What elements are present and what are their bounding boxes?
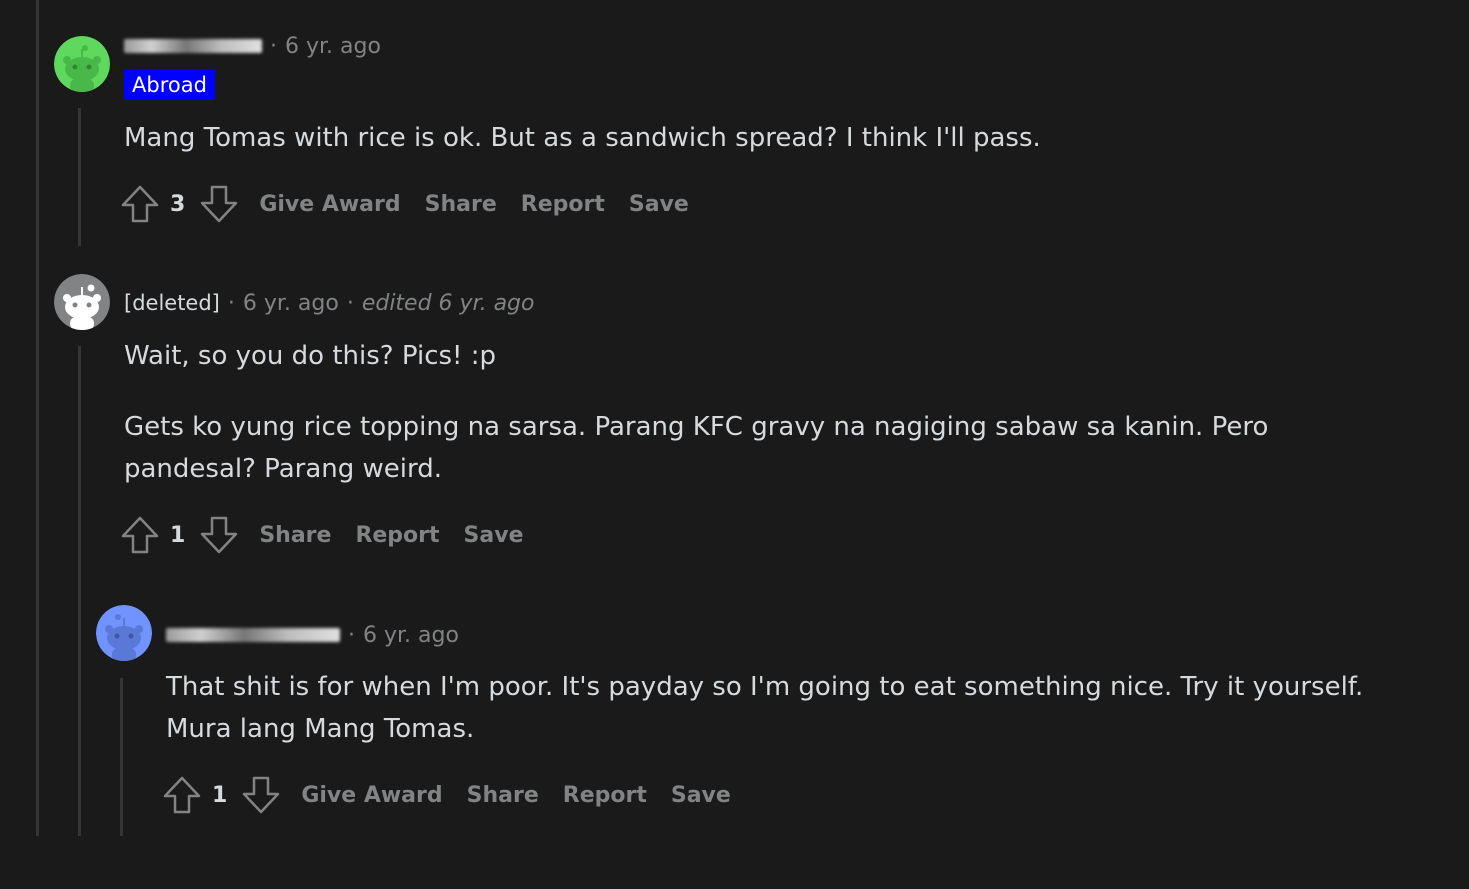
separator-dot: · <box>227 290 235 316</box>
share-button[interactable]: Share <box>467 783 539 808</box>
edited-timestamp: edited 6 yr. ago <box>361 290 535 316</box>
arrow-up-icon[interactable] <box>120 184 160 224</box>
comment-actions: 1 Share Report Save <box>120 513 523 557</box>
arrow-up-icon[interactable] <box>120 515 160 555</box>
author-username-redacted[interactable] <box>124 39 262 53</box>
report-button[interactable]: Report <box>355 523 439 548</box>
thread-line-comment-1[interactable] <box>78 108 81 246</box>
separator-dot: · <box>346 290 354 316</box>
author-username-redacted[interactable] <box>166 628 340 642</box>
avatar[interactable] <box>96 605 152 661</box>
arrow-down-icon[interactable] <box>199 515 239 555</box>
comment-meta: · 6 yr. ago <box>166 619 459 651</box>
separator-dot: · <box>270 33 277 59</box>
snoo-avatar-icon <box>54 36 110 92</box>
give-award-button[interactable]: Give Award <box>259 192 400 217</box>
comment-body-paragraph: Gets ko yung rice topping na sarsa. Para… <box>124 412 1269 484</box>
give-award-button[interactable]: Give Award <box>301 783 442 808</box>
report-button[interactable]: Report <box>563 783 647 808</box>
thread-line-comment-3[interactable] <box>120 678 123 836</box>
report-button[interactable]: Report <box>521 192 605 217</box>
arrow-down-icon[interactable] <box>241 775 281 815</box>
vote-count: 3 <box>170 191 186 217</box>
comment-actions: 1 Give Award Share Report Save <box>162 773 731 817</box>
share-button[interactable]: Share <box>425 192 497 217</box>
snoo-avatar-icon <box>96 605 152 661</box>
comment-actions: 3 Give Award Share Report Save <box>120 182 689 226</box>
save-button[interactable]: Save <box>629 192 689 217</box>
share-button[interactable]: Share <box>259 523 331 548</box>
user-flair: Abroad <box>124 70 215 100</box>
comment-body: Mang Tomas with rice is ok. But as a san… <box>124 123 1041 153</box>
comment-meta: [deleted] · 6 yr. ago · edited 6 yr. ago <box>124 287 534 319</box>
arrow-up-icon[interactable] <box>162 775 202 815</box>
timestamp[interactable]: 6 yr. ago <box>285 34 381 59</box>
comment-meta: · 6 yr. ago <box>124 30 381 62</box>
author-username[interactable]: [deleted] <box>124 291 220 315</box>
timestamp[interactable]: 6 yr. ago <box>243 291 339 316</box>
vote-count: 1 <box>170 522 186 548</box>
arrow-down-icon[interactable] <box>199 184 239 224</box>
vote-count: 1 <box>212 782 228 808</box>
comment-body-paragraph: Wait, so you do this? Pics! :p <box>124 341 496 371</box>
timestamp[interactable]: 6 yr. ago <box>363 623 459 648</box>
avatar[interactable] <box>54 274 110 330</box>
thread-line-comment-2[interactable] <box>78 346 81 836</box>
avatar[interactable] <box>54 36 110 92</box>
thread-line-root[interactable] <box>36 0 39 836</box>
separator-dot: · <box>348 622 355 648</box>
save-button[interactable]: Save <box>464 523 524 548</box>
save-button[interactable]: Save <box>671 783 731 808</box>
comment-body: That shit is for when I'm poor. It's pay… <box>166 672 1364 744</box>
comment-thread: · 6 yr. ago Abroad Mang Tomas with rice … <box>0 0 1469 889</box>
snoo-avatar-icon <box>54 274 110 330</box>
